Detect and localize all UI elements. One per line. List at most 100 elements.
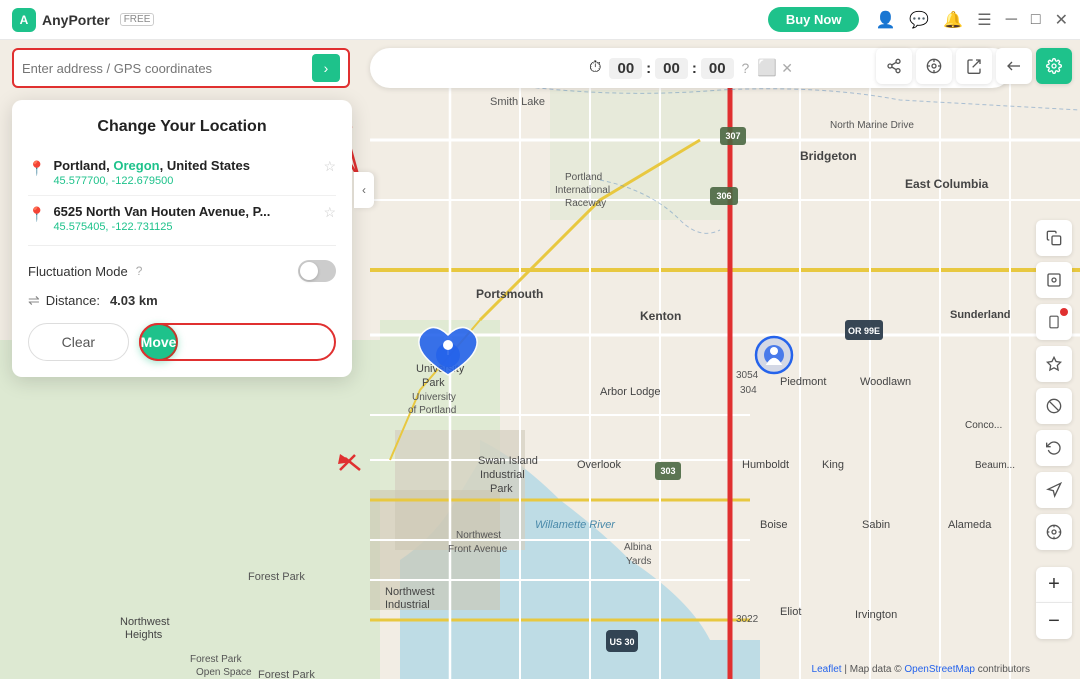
fluctuation-toggle[interactable] (298, 260, 336, 282)
svg-text:Forest Park: Forest Park (190, 654, 243, 665)
free-badge: FREE (120, 13, 155, 26)
panel-title: Change Your Location (28, 118, 336, 136)
direction-button[interactable] (1036, 472, 1072, 508)
svg-text:Smith Lake: Smith Lake (490, 96, 545, 108)
address-input[interactable] (22, 61, 312, 76)
timer-help-icon[interactable]: ? (742, 60, 750, 76)
svg-text:Sunderland: Sunderland (950, 309, 1011, 321)
profile-icon[interactable]: 👤 (875, 10, 895, 30)
svg-text:North Marine Drive: North Marine Drive (830, 120, 914, 131)
svg-text:East Columbia: East Columbia (905, 177, 989, 191)
app-name: AnyPorter (42, 12, 110, 28)
svg-text:Park: Park (490, 483, 513, 495)
svg-text:306: 306 (716, 191, 731, 201)
search-bar: › (12, 48, 350, 88)
svg-text:Kenton: Kenton (640, 309, 681, 323)
logo-icon: A (12, 8, 36, 32)
timer-close-icon[interactable]: ✕ (781, 60, 793, 77)
location-coords-1: 45.577700, -122.679500 (53, 175, 315, 187)
screenshot-button[interactable] (1036, 262, 1072, 298)
recenter-button[interactable] (1036, 514, 1072, 550)
menu-icon[interactable]: ☰ (977, 10, 991, 30)
timer-icon: ⏱ (589, 59, 601, 77)
close-button[interactable]: ✕ (1055, 10, 1068, 30)
leaflet-link[interactable]: Leaflet (812, 664, 842, 675)
title-bar: A AnyPorter FREE Buy Now 👤 💬 🔔 ☰ ─ □ ✕ (0, 0, 1080, 40)
svg-text:Industrial: Industrial (385, 599, 430, 611)
timer-copy-icon[interactable]: ⬜ (757, 58, 777, 78)
device-badge (1060, 308, 1068, 316)
timer-seconds[interactable]: 00 (701, 58, 734, 79)
svg-text:King: King (822, 459, 844, 471)
location-name-1: Portland, Oregon, United States (53, 158, 315, 173)
svg-text:US 30: US 30 (609, 637, 634, 647)
minimize-button[interactable]: ─ (1006, 11, 1017, 29)
device-button[interactable] (1036, 304, 1072, 340)
maximize-button[interactable]: □ (1031, 11, 1041, 29)
svg-text:Piedmont: Piedmont (780, 376, 826, 388)
svg-text:International: International (555, 185, 610, 196)
location-item-2[interactable]: 📍 6525 North Van Houten Avenue, P... 45.… (28, 195, 336, 241)
location-coords-2: 45.575405, -122.731125 (53, 221, 315, 233)
favorite-star-2[interactable]: ☆ (323, 204, 336, 221)
svg-text:Sabin: Sabin (862, 519, 890, 531)
timer-hours[interactable]: 00 (609, 58, 642, 79)
clear-button[interactable]: Clear (28, 323, 129, 361)
search-submit-button[interactable]: › (312, 54, 340, 82)
svg-text:Raceway: Raceway (565, 198, 606, 209)
svg-text:OR 99E: OR 99E (848, 326, 880, 336)
favorite-star-1[interactable]: ☆ (323, 158, 336, 175)
svg-text:Overlook: Overlook (577, 459, 622, 471)
route-button[interactable] (956, 48, 992, 84)
notification-icon[interactable]: 🔔 (943, 10, 963, 30)
svg-text:University: University (412, 392, 456, 403)
svg-text:Open Space: Open Space (196, 667, 252, 678)
location-item-1[interactable]: 📍 Portland, Oregon, United States 45.577… (28, 150, 336, 195)
svg-text:Arbor Lodge: Arbor Lodge (600, 386, 661, 398)
buy-now-button[interactable]: Buy Now (768, 7, 860, 32)
svg-text:Bridgeton: Bridgeton (800, 149, 857, 163)
distance-value: 4.03 km (110, 293, 158, 308)
move-button[interactable]: Move (139, 323, 179, 361)
svg-text:3054: 3054 (736, 370, 759, 381)
svg-text:Willamette River: Willamette River (535, 519, 616, 531)
chat-icon[interactable]: 💬 (909, 10, 929, 30)
svg-text:Northwest: Northwest (120, 616, 170, 628)
svg-text:Forest Park: Forest Park (248, 571, 305, 583)
window-controls: 👤 💬 🔔 ☰ ─ □ ✕ (875, 10, 1068, 30)
timer-colon-1: : (646, 60, 651, 77)
distance-label: Distance: (46, 293, 100, 308)
svg-text:Alameda: Alameda (948, 519, 992, 531)
distance-icon: ⇌ (28, 292, 40, 309)
timer-minutes[interactable]: 00 (655, 58, 688, 79)
openstreetmap-link[interactable]: OpenStreetMap (904, 664, 975, 675)
svg-text:Beaum...: Beaum... (975, 460, 1015, 471)
distance-row: ⇌ Distance: 4.03 km (28, 286, 336, 319)
svg-text:Albina: Albina (624, 542, 652, 553)
history-button[interactable] (1036, 430, 1072, 466)
map-attribution: Leaflet | Map data © OpenStreetMap Leafl… (812, 664, 1030, 675)
fluctuation-help-icon[interactable]: ? (136, 264, 143, 278)
block-button[interactable] (1036, 388, 1072, 424)
svg-text:Heights: Heights (125, 629, 163, 641)
svg-text:Boise: Boise (760, 519, 788, 531)
svg-text:Front Avenue: Front Avenue (448, 544, 508, 555)
back-button[interactable] (996, 48, 1032, 84)
svg-text:Portland: Portland (565, 172, 602, 183)
settings-button[interactable] (1036, 48, 1072, 84)
target-button[interactable] (916, 48, 952, 84)
right-toolbar (876, 48, 1072, 84)
action-buttons-row: Clear Move (28, 323, 336, 361)
star-button[interactable] (1036, 346, 1072, 382)
location-content-2: 6525 North Van Houten Avenue, P... 45.57… (53, 204, 315, 233)
zoom-out-button[interactable]: − (1036, 603, 1072, 639)
svg-text:Irvington: Irvington (855, 609, 897, 621)
share-button[interactable] (876, 48, 912, 84)
zoom-in-button[interactable]: + (1036, 567, 1072, 603)
svg-text:303: 303 (660, 466, 675, 476)
location-name-2: 6525 North Van Houten Avenue, P... (53, 204, 315, 219)
copy-location-button[interactable] (1036, 220, 1072, 256)
svg-text:Woodlawn: Woodlawn (860, 376, 911, 388)
panel-divider (28, 245, 336, 246)
panel-collapse-button[interactable]: ‹ (354, 172, 374, 208)
